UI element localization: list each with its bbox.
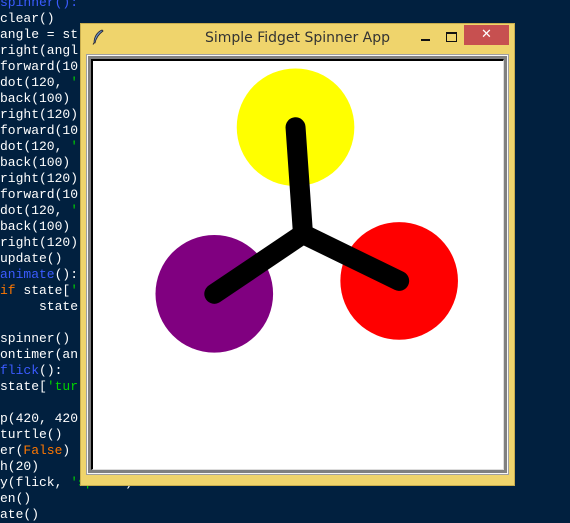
- code-token: if: [0, 283, 16, 298]
- code-token: angle = st: [0, 27, 79, 42]
- code-token: ': [70, 203, 79, 218]
- code-line: dot(120, ': [0, 203, 78, 219]
- code-line: spinner():: [0, 0, 78, 11]
- code-line: ontimer(an: [0, 347, 78, 363]
- code-token: turtle(): [0, 427, 63, 442]
- code-token: forward(10: [0, 187, 79, 202]
- code-token: state[: [15, 283, 71, 298]
- code-line: back(100): [0, 219, 70, 235]
- code-line: forward(10: [0, 123, 78, 139]
- code-token: ontimer(an: [0, 347, 79, 362]
- code-line: state['tur: [0, 379, 78, 395]
- code-line: back(100): [0, 155, 70, 171]
- code-line: ate(): [0, 507, 39, 523]
- code-line: right(120): [0, 107, 78, 123]
- code-line: right(120): [0, 171, 78, 187]
- code-line: forward(10: [0, 187, 78, 203]
- code-line: back(100): [0, 91, 70, 107]
- code-token: er(: [0, 443, 24, 458]
- code-token: dot(120,: [0, 75, 71, 90]
- maximize-icon: [446, 32, 457, 42]
- code-token: clear(): [0, 11, 55, 26]
- code-line: state[: [0, 299, 86, 315]
- code-token: back(100): [0, 219, 71, 234]
- code-token: back(100): [0, 155, 71, 170]
- code-token: dot(120,: [0, 139, 71, 154]
- code-line: en(): [0, 491, 31, 507]
- code-token: right(120): [0, 171, 79, 186]
- code-token: h(20): [0, 459, 40, 474]
- code-line: right(120): [0, 235, 78, 251]
- code-line: angle = st: [0, 27, 78, 43]
- code-line: h(20): [0, 459, 39, 475]
- code-token: ():: [54, 267, 79, 282]
- minimize-button[interactable]: [413, 27, 439, 47]
- code-line: p(420, 420: [0, 411, 78, 427]
- code-line: update(): [0, 251, 62, 267]
- code-line: clear(): [0, 11, 55, 27]
- minimize-icon: [421, 39, 430, 41]
- code-token: state[: [0, 379, 47, 394]
- title-bar[interactable]: Simple Fidget Spinner App ✕: [81, 24, 514, 52]
- turtle-canvas[interactable]: [91, 59, 504, 470]
- code-line: spinner(): [0, 331, 70, 347]
- maximize-button[interactable]: [439, 27, 465, 47]
- code-token: False: [23, 443, 63, 458]
- close-icon: ✕: [481, 27, 492, 42]
- code-line: if state[': [0, 283, 78, 299]
- code-line: er(False): [0, 443, 70, 459]
- code-line: dot(120, ': [0, 75, 78, 91]
- code-token: y(flick,: [0, 475, 71, 490]
- code-token: en(): [0, 491, 32, 506]
- code-token: ': [70, 139, 79, 154]
- code-token: animate: [0, 267, 55, 282]
- code-token: spinner(): [0, 331, 71, 346]
- code-token: ': [70, 283, 79, 298]
- code-token: state[: [0, 299, 86, 314]
- code-line: dot(120, ': [0, 139, 78, 155]
- code-token: spinner():: [0, 0, 79, 10]
- code-line: flick():: [0, 363, 62, 379]
- code-token: flick: [0, 363, 40, 378]
- code-token: dot(120,: [0, 203, 71, 218]
- code-line: forward(10: [0, 59, 78, 75]
- code-token: p(420, 420: [0, 411, 79, 426]
- fidget-spinner: [155, 68, 458, 353]
- turtle-window: Simple Fidget Spinner App ✕: [80, 23, 515, 486]
- code-token: back(100): [0, 91, 71, 106]
- code-line: turtle(): [0, 427, 62, 443]
- code-token: update(): [0, 251, 63, 266]
- code-token: forward(10: [0, 59, 79, 74]
- spinner-arm: [285, 117, 313, 244]
- canvas-frame: [86, 54, 509, 475]
- code-token: forward(10: [0, 123, 79, 138]
- code-token: right(angl: [0, 43, 79, 58]
- code-token: right(120): [0, 107, 79, 122]
- code-token: 'tur: [46, 379, 79, 394]
- code-token: ():: [39, 363, 63, 378]
- code-token: ): [62, 443, 71, 458]
- code-token: ': [70, 75, 79, 90]
- code-line: right(angl: [0, 43, 78, 59]
- code-line: animate():: [0, 267, 78, 283]
- close-button[interactable]: ✕: [464, 25, 509, 45]
- code-token: right(120): [0, 235, 79, 250]
